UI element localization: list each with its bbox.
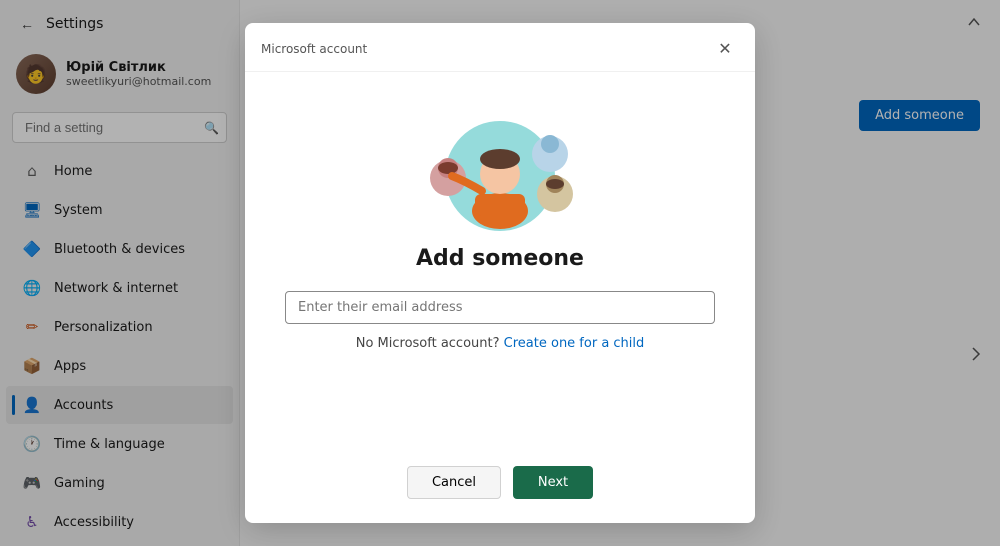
create-child-account-link[interactable]: Create one for a child (504, 336, 645, 351)
modal-body: Add someone No Microsoft account? Create… (245, 72, 755, 450)
add-someone-illustration (400, 96, 600, 246)
next-button[interactable]: Next (513, 466, 593, 499)
modal-dialog: Microsoft account ✕ (245, 23, 755, 523)
no-account-text: No Microsoft account? Create one for a c… (356, 336, 645, 351)
modal-heading: Add someone (416, 246, 584, 271)
modal-title: Microsoft account (261, 42, 367, 56)
modal-footer: Cancel Next (245, 450, 755, 523)
modal-overlay: Microsoft account ✕ (0, 0, 1000, 546)
modal-titlebar: Microsoft account ✕ (245, 23, 755, 72)
email-input[interactable] (285, 291, 715, 324)
cancel-button[interactable]: Cancel (407, 466, 501, 499)
modal-close-button[interactable]: ✕ (711, 35, 739, 63)
